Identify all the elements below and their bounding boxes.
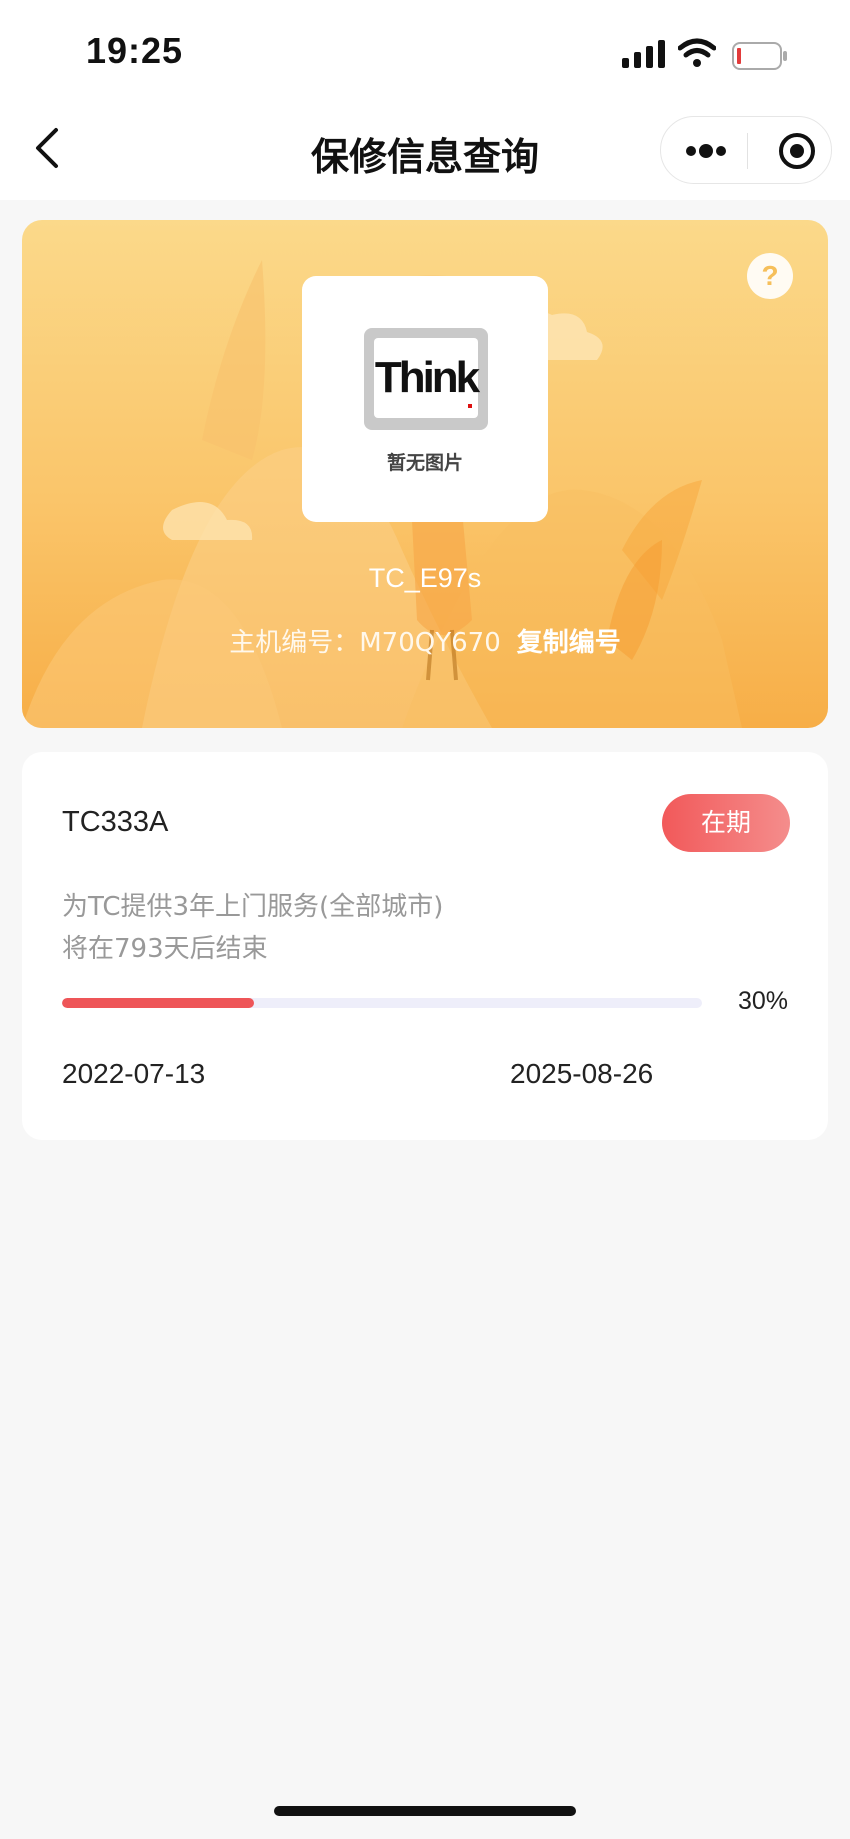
copy-serial-button[interactable]: 复制编号 [517,628,621,658]
wifi-icon [678,38,716,67]
signal-icon [622,40,665,68]
status-bar: 19:25 [0,0,850,96]
target-icon[interactable] [777,131,817,171]
warranty-card: TC333A 在期 为TC提供3年上门服务(全部城市) 将在793天后结束 30… [22,752,828,1140]
product-banner: ? Think 暂无图片 TC_E97s 主机编号：M70QY670 复制编号 [22,220,828,728]
warranty-start-date: 2022-07-13 [62,1058,206,1089]
service-description-line: 为TC提供3年上门服务(全部城市) [62,892,444,922]
nav-bar: 保修信息查询 [0,96,850,200]
help-icon[interactable]: ? [746,252,794,300]
home-indicator [274,1806,576,1816]
status-time: 19:25 [86,30,184,71]
no-image-label: 暂无图片 [386,452,463,474]
capsule-divider [747,133,748,169]
serial-row: 主机编号：M70QY670 复制编号 [22,622,828,659]
svg-text:?: ? [761,260,778,291]
warranty-end-date: 2025-08-26 [510,1058,654,1089]
think-logo: Think [364,328,488,430]
mini-program-capsule [660,116,832,184]
plan-code: TC333A [62,806,169,838]
warranty-progress-bar [62,998,702,1008]
serial-value: M70QY670 [359,628,501,658]
more-icon[interactable] [683,135,729,167]
serial-label: 主机编号： [229,628,360,658]
warranty-progress-fill [62,998,254,1008]
think-logo-text: Think [374,353,480,402]
status-badge: 在期 [662,794,790,852]
progress-percent: 30% [737,987,788,1015]
service-description: 为TC提供3年上门服务(全部城市) 将在793天后结束 [62,886,443,970]
product-image-placeholder: Think 暂无图片 [302,276,548,522]
product-model: TC_E97s [368,563,482,593]
remaining-days-text: 将在793天后结束 [62,934,268,964]
battery-icon [732,42,787,70]
